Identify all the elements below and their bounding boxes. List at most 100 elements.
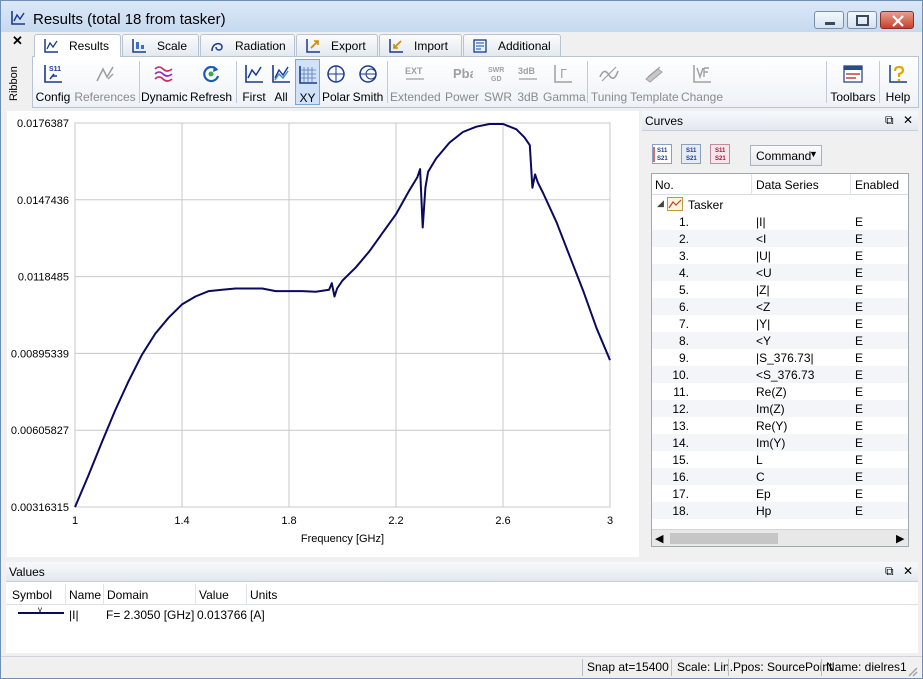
command-dropdown[interactable]: Command ▼ [750, 145, 822, 166]
gamma-icon: Γ [554, 65, 572, 83]
column-divider[interactable] [195, 584, 196, 605]
column-divider[interactable] [103, 584, 104, 605]
curve-row[interactable]: 6. <Z E [652, 298, 908, 315]
curve-row[interactable]: 3. |U| E [652, 247, 908, 264]
refresh-icon [203, 65, 220, 83]
tab-additional[interactable]: Additional [463, 34, 561, 56]
xy-grid-icon [298, 66, 317, 84]
curve-row[interactable]: 2. <I E [652, 230, 908, 247]
column-header-value[interactable]: Value [199, 588, 229, 602]
horizontal-scrollbar[interactable]: ◀ ▶ [652, 529, 908, 546]
curve-row[interactable]: 7. |Y| E [652, 315, 908, 332]
first-curve-icon [245, 65, 263, 83]
y-tick-label: 0.00316315 [11, 502, 69, 514]
curve-row[interactable]: 5. |Z| E [652, 281, 908, 298]
values-row[interactable]: v |I| F= 2.3050 [GHz] 0.013766 [A] [6, 605, 918, 624]
xy-button[interactable]: XY [295, 59, 320, 105]
tuning-button[interactable]: Tuning [590, 59, 628, 105]
maximize-button[interactable] [847, 11, 877, 29]
polar-button[interactable]: Polar [321, 59, 351, 105]
curve-series-name: L [756, 453, 763, 467]
collapse-arrow-icon[interactable]: ◢ [657, 198, 664, 209]
refresh-button[interactable]: Refresh [189, 59, 233, 105]
curves-panel-header: Curves ⧉ ✕ [642, 111, 918, 131]
gamma-button[interactable]: Γ Gamma [543, 59, 586, 105]
minimize-button[interactable] [814, 11, 844, 29]
s11-s21-red-icon[interactable]: S11S21 [710, 144, 730, 164]
curve-row[interactable]: 13. Re(Y) E [652, 417, 908, 434]
curve-row[interactable]: 18. Hp E [652, 502, 908, 519]
column-header-no[interactable]: No. [655, 178, 674, 192]
change-button[interactable]: Change [680, 59, 724, 105]
column-header-symbol[interactable]: Symbol [12, 588, 52, 602]
tab-export[interactable]: Export [296, 34, 378, 56]
tab-radiation[interactable]: Radiation [200, 34, 295, 56]
curve-enabled-flag: E [855, 266, 864, 280]
tab-import[interactable]: Import [379, 34, 462, 56]
curve-series-name: Re(Z) [756, 385, 787, 399]
plot-frame [74, 122, 611, 508]
curve-row[interactable]: 12. Im(Z) E [652, 400, 908, 417]
float-panel-icon[interactable]: ⧉ [885, 564, 894, 579]
tree-group-tasker[interactable]: ◢ Tasker [652, 196, 908, 213]
column-header-data-series[interactable]: Data Series [756, 178, 819, 192]
extended-button[interactable]: EXT Extended [390, 59, 441, 105]
curve-series-name: Re(Y) [756, 419, 788, 433]
config-button[interactable]: S11 Config [34, 59, 72, 105]
curve-series-name: |Y| [756, 317, 771, 331]
scroll-left-icon[interactable]: ◀ [655, 532, 663, 545]
line-chart[interactable]: 1 1.4 1.8 2.2 2.6 3 0.0176387 0.0147436 0.011848… [7, 111, 639, 557]
smith-button[interactable]: Smith [352, 59, 384, 105]
curve-row[interactable]: 16. C E [652, 468, 908, 485]
plot-area[interactable]: 1 1.4 1.8 2.2 2.6 3 0.0176387 0.0147436 0.011848… [7, 111, 639, 557]
x-tick-label: 1.8 [281, 515, 296, 527]
column-header-units[interactable]: Units [250, 588, 277, 602]
curve-row[interactable]: 17. Ep E [652, 485, 908, 502]
curves-panel-title: Curves [645, 114, 684, 128]
dynamic-button[interactable]: Dynamic [141, 59, 188, 105]
scroll-right-icon[interactable]: ▶ [896, 532, 904, 545]
value-number: 0.013766 [197, 608, 248, 622]
curve-enabled-flag: E [855, 402, 864, 416]
curve-row[interactable]: 8. <Y E [652, 332, 908, 349]
curve-row[interactable]: 9. |S_376.73| E [652, 349, 908, 366]
tab-results[interactable]: Results [34, 34, 121, 57]
help-button[interactable]: Help [883, 59, 913, 105]
curve-number: 11. [673, 385, 689, 399]
column-header-domain[interactable]: Domain [107, 588, 148, 602]
curve-row[interactable]: 4. <U E [652, 264, 908, 281]
scroll-thumb[interactable] [670, 533, 778, 544]
column-header-name[interactable]: Name [69, 588, 101, 602]
s11-s21-icon[interactable]: S11S21 [652, 144, 672, 164]
resize-grip-icon[interactable] [906, 665, 918, 677]
references-button[interactable]: References [74, 59, 136, 105]
float-panel-icon[interactable]: ⧉ [885, 113, 894, 128]
curve-row[interactable]: 1. |I| E [652, 213, 908, 230]
close-panel-icon[interactable]: ✕ [903, 113, 913, 127]
column-divider[interactable] [65, 584, 66, 605]
references-icon [96, 66, 114, 82]
power-button[interactable]: Pbal Power [443, 59, 481, 105]
curve-row[interactable]: 14. Im(Y) E [652, 434, 908, 451]
first-button[interactable]: First [239, 59, 269, 105]
toolbars-button[interactable]: Toolbars [830, 59, 876, 105]
close-window-button[interactable] [880, 11, 914, 29]
extended-icon: EXT [405, 66, 424, 80]
column-header-enabled[interactable]: Enabled [855, 178, 899, 192]
curve-row[interactable]: 11. Re(Z) E [652, 383, 908, 400]
toolbars-icon [843, 65, 863, 83]
all-button[interactable]: All [269, 59, 293, 105]
column-divider[interactable] [850, 174, 851, 195]
column-divider[interactable] [246, 584, 247, 605]
template-button[interactable]: Template [630, 59, 679, 105]
close-panel-icon[interactable]: ✕ [903, 564, 913, 578]
ribbon-close-button[interactable]: ✕ [12, 33, 23, 49]
tab-scale[interactable]: Scale [122, 34, 199, 56]
s11-s21-alt-icon[interactable]: S11S21 [681, 144, 701, 164]
3db-button[interactable]: 3dB 3dB [514, 59, 542, 105]
curve-enabled-flag: E [855, 453, 864, 467]
curve-row[interactable]: 15. L E [652, 451, 908, 468]
curve-row[interactable]: 10. <S_376.73 E [652, 366, 908, 383]
swr-button[interactable]: SWR GD SWR [483, 59, 513, 105]
column-divider[interactable] [751, 174, 752, 195]
